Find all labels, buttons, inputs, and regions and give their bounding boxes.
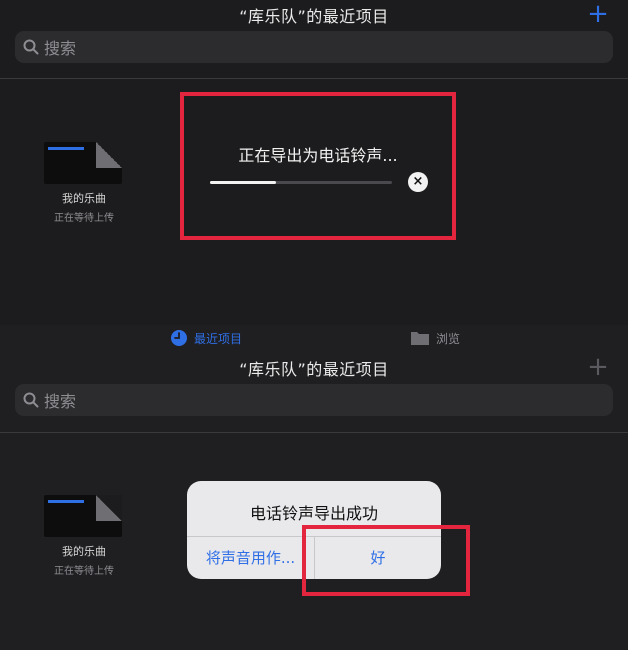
alert-title: 电话铃声导出成功	[249, 504, 378, 523]
export-progress-bar	[210, 181, 392, 184]
tab-recent-label: 最近项目	[194, 331, 243, 346]
document-thumbnail[interactable]	[44, 495, 122, 537]
search-bar[interactable]: 搜索	[15, 31, 613, 63]
search-icon	[23, 392, 39, 408]
add-button[interactable]: +	[586, 354, 610, 380]
export-progress-popup: 正在导出为电话铃声... ×	[180, 92, 456, 240]
cancel-export-button[interactable]: ×	[408, 172, 428, 192]
add-button[interactable]: +	[586, 1, 610, 27]
document-thumbnail[interactable]	[44, 142, 122, 184]
divider	[0, 78, 628, 79]
folder-icon	[411, 332, 429, 345]
page-fold	[96, 495, 122, 521]
export-title: 正在导出为电话铃声...	[238, 146, 398, 165]
track-strip	[48, 147, 84, 150]
export-progress-fill	[210, 181, 276, 184]
header: “库乐队”的最近项目 +	[0, 0, 628, 30]
top-panel: “库乐队”的最近项目 + 搜索 我的乐曲 正在等待上传 正在导出为电话铃声...…	[0, 0, 628, 325]
search-bar[interactable]: 搜索	[15, 384, 613, 416]
ok-button[interactable]: 好	[315, 537, 441, 579]
document-name: 我的乐曲	[62, 192, 106, 205]
export-success-alert: 电话铃声导出成功 将声音用作... 好	[187, 481, 441, 579]
document-name: 我的乐曲	[62, 545, 106, 558]
tab-bar: 最近项目 浏览	[0, 325, 628, 353]
tab-browse-label: 浏览	[436, 331, 461, 346]
page-title: “库乐队”的最近项目	[239, 7, 389, 26]
search-icon	[23, 39, 39, 55]
header: “库乐队”的最近项目 +	[0, 353, 628, 383]
tab-recent[interactable]: 最近项目	[170, 329, 242, 347]
use-sound-as-button[interactable]: 将声音用作...	[187, 537, 314, 579]
document-status: 正在等待上传	[54, 566, 114, 577]
document-status: 正在等待上传	[54, 213, 114, 224]
page-fold	[96, 142, 122, 168]
track-strip	[48, 500, 84, 503]
search-input[interactable]: 搜索	[44, 35, 76, 59]
search-input[interactable]: 搜索	[44, 388, 76, 412]
document-item[interactable]: 我的乐曲 正在等待上传	[44, 142, 124, 224]
clock-icon	[171, 330, 187, 346]
document-item[interactable]: 我的乐曲 正在等待上传	[44, 495, 124, 577]
page-title: “库乐队”的最近项目	[239, 360, 389, 379]
tab-browse[interactable]: 浏览	[410, 329, 460, 347]
divider	[0, 432, 628, 433]
